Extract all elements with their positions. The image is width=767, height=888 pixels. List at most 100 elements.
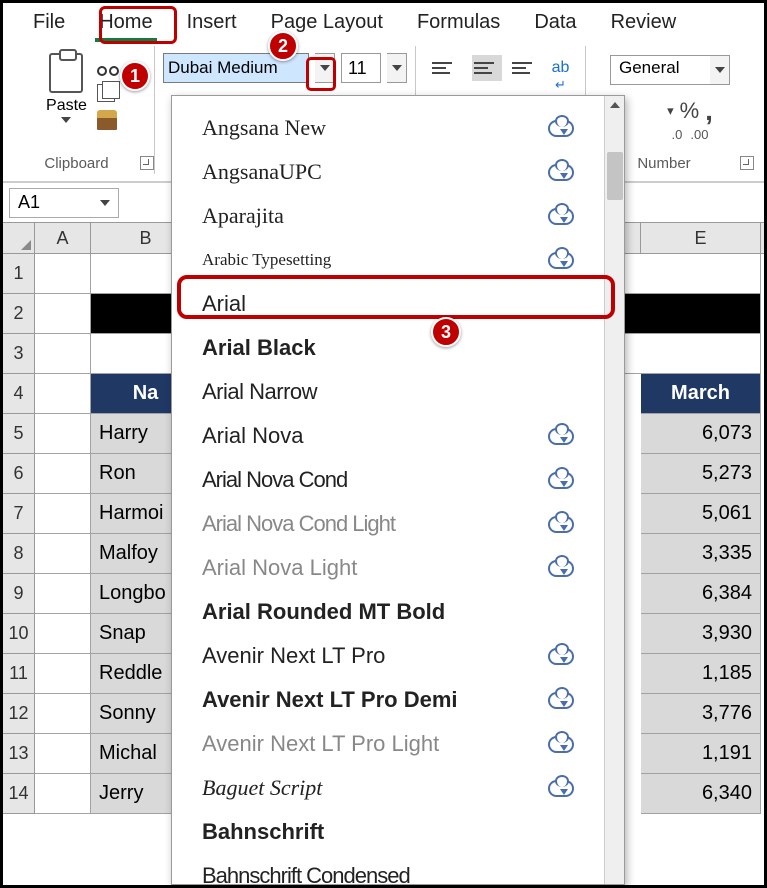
cell-march-6[interactable]: 5,273: [641, 454, 761, 494]
paste-button[interactable]: Paste: [46, 97, 87, 115]
header-march[interactable]: March: [641, 374, 761, 414]
cell-march-11[interactable]: 1,185: [641, 654, 761, 694]
cell-A10[interactable]: [35, 614, 91, 654]
font-option-angsanaupc[interactable]: AngsanaUPC: [202, 150, 624, 194]
tab-formulas[interactable]: Formulas: [413, 9, 504, 42]
font-option-avenir-next-lt-pro-demi[interactable]: Avenir Next LT Pro Demi: [202, 678, 624, 722]
format-painter-icon[interactable]: [97, 110, 117, 130]
cell-A2[interactable]: [35, 294, 91, 334]
cell-march-10[interactable]: 3,930: [641, 614, 761, 654]
font-option-label: Avenir Next LT Pro Light: [202, 731, 439, 757]
cell-A3[interactable]: [35, 334, 91, 374]
decrease-decimal-icon[interactable]: .00: [690, 127, 708, 142]
cell-A13[interactable]: [35, 734, 91, 774]
font-size-input[interactable]: [341, 53, 381, 83]
tab-home[interactable]: Home: [95, 9, 156, 42]
cloud-download-icon: [548, 516, 574, 533]
cell-A6[interactable]: [35, 454, 91, 494]
row-header-13[interactable]: 13: [3, 734, 35, 774]
number-format-select[interactable]: General: [610, 55, 710, 85]
font-option-label: Arial Black: [202, 335, 316, 361]
font-option-arial-black[interactable]: Arial Black: [202, 326, 624, 370]
row-header-12[interactable]: 12: [3, 694, 35, 734]
cell-march-7[interactable]: 5,061: [641, 494, 761, 534]
dollar-icon[interactable]: ▾: [667, 103, 674, 119]
name-box-dropdown-icon[interactable]: [100, 200, 110, 206]
copy-icon[interactable]: [97, 84, 115, 102]
scroll-thumb[interactable]: [607, 152, 623, 200]
cell-A9[interactable]: [35, 574, 91, 614]
font-option-label: Avenir Next LT Pro Demi: [202, 687, 458, 713]
font-option-arial-narrow[interactable]: Arial Narrow: [202, 370, 624, 414]
align-middle-icon[interactable]: [472, 55, 502, 81]
percent-icon[interactable]: %: [680, 98, 700, 124]
name-box[interactable]: A1: [9, 188, 119, 218]
font-option-avenir-next-lt-pro-light[interactable]: Avenir Next LT Pro Light: [202, 722, 624, 766]
cloud-download-icon: [548, 252, 574, 269]
row-header-5[interactable]: 5: [3, 414, 35, 454]
cell-march-14[interactable]: 6,340: [641, 774, 761, 814]
font-option-arial-nova-cond-light[interactable]: Arial Nova Cond Light: [202, 502, 624, 546]
font-option-arial[interactable]: Arial: [202, 282, 624, 326]
cell-A12[interactable]: [35, 694, 91, 734]
comma-icon[interactable]: ,: [705, 95, 713, 127]
font-option-arial-nova-light[interactable]: Arial Nova Light: [202, 546, 624, 590]
cell-A8[interactable]: [35, 534, 91, 574]
cell-A1[interactable]: [35, 254, 91, 294]
row-header-14[interactable]: 14: [3, 774, 35, 814]
cell-march-5[interactable]: 6,073: [641, 414, 761, 454]
col-header-A[interactable]: A: [35, 223, 91, 253]
wrap-text-icon[interactable]: ab↵: [552, 59, 570, 93]
align-top-icon[interactable]: [432, 55, 462, 81]
paste-icon[interactable]: [49, 53, 83, 93]
cell-A7[interactable]: [35, 494, 91, 534]
number-dialog-launcher[interactable]: [740, 156, 754, 170]
font-option-arial-nova-cond[interactable]: Arial Nova Cond: [202, 458, 624, 502]
font-dropdown-scrollbar[interactable]: [604, 96, 624, 884]
cell-A14[interactable]: [35, 774, 91, 814]
font-size-dropdown-button[interactable]: [387, 53, 407, 83]
font-option-baguet-script[interactable]: Baguet Script: [202, 766, 624, 810]
clipboard-dialog-launcher[interactable]: [140, 156, 154, 170]
cell-march-8[interactable]: 3,335: [641, 534, 761, 574]
font-option-arial-nova[interactable]: Arial Nova: [202, 414, 624, 458]
tab-data[interactable]: Data: [530, 9, 580, 42]
cell-A5[interactable]: [35, 414, 91, 454]
font-option-avenir-next-lt-pro[interactable]: Avenir Next LT Pro: [202, 634, 624, 678]
font-name-dropdown-button[interactable]: [315, 53, 335, 83]
cell-march-9[interactable]: 6,384: [641, 574, 761, 614]
font-option-aparajita[interactable]: Aparajita: [202, 194, 624, 238]
row-header-7[interactable]: 7: [3, 494, 35, 534]
row-header-11[interactable]: 11: [3, 654, 35, 694]
font-option-angsana-new[interactable]: Angsana New: [202, 106, 624, 150]
font-option-arial-rounded-mt-bold[interactable]: Arial Rounded MT Bold: [202, 590, 624, 634]
font-option-bahnschrift[interactable]: Bahnschrift: [202, 810, 624, 854]
font-option-label: Bahnschrift: [202, 819, 324, 845]
row-header-6[interactable]: 6: [3, 454, 35, 494]
scroll-up-icon[interactable]: [605, 96, 624, 114]
cell-A4[interactable]: [35, 374, 91, 414]
cell-A11[interactable]: [35, 654, 91, 694]
cut-icon[interactable]: [97, 54, 119, 76]
row-header-9[interactable]: 9: [3, 574, 35, 614]
font-option-arabic-typesetting[interactable]: Arabic Typesetting: [202, 238, 624, 282]
col-header-E[interactable]: E: [641, 223, 761, 253]
number-format-dropdown-button[interactable]: [710, 55, 730, 85]
tab-insert[interactable]: Insert: [183, 9, 241, 42]
align-bottom-icon[interactable]: [512, 55, 542, 81]
row-header-1[interactable]: 1: [3, 254, 35, 294]
tab-review[interactable]: Review: [607, 9, 681, 42]
cell-march-13[interactable]: 1,191: [641, 734, 761, 774]
font-option-bahnschrift-condensed[interactable]: Bahnschrift Condensed: [202, 854, 624, 885]
row-header-8[interactable]: 8: [3, 534, 35, 574]
tab-file[interactable]: File: [29, 9, 69, 42]
row-header-2[interactable]: 2: [3, 294, 35, 334]
increase-decimal-icon[interactable]: .0: [672, 127, 683, 142]
row-header-3[interactable]: 3: [3, 334, 35, 374]
row-header-4[interactable]: 4: [3, 374, 35, 414]
select-all-corner[interactable]: [3, 223, 35, 253]
cell-march-12[interactable]: 3,776: [641, 694, 761, 734]
row-header-10[interactable]: 10: [3, 614, 35, 654]
cloud-download-icon: [548, 648, 574, 665]
paste-dropdown[interactable]: [61, 117, 71, 123]
